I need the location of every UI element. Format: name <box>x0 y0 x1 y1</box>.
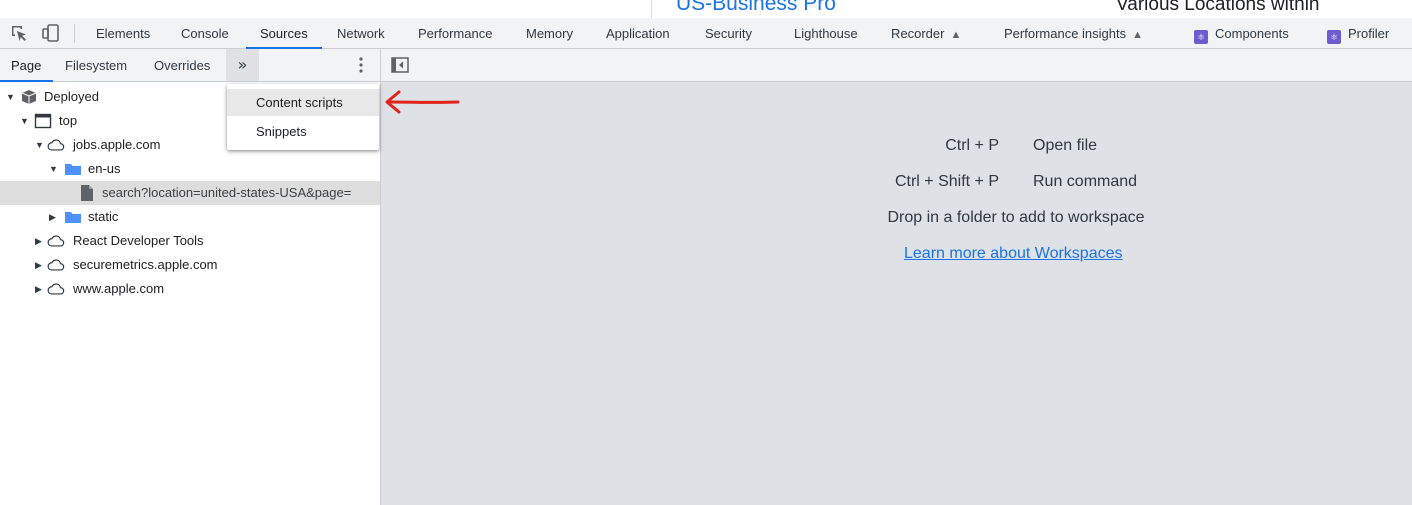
react-logo-icon: ⚛ <box>1327 30 1341 44</box>
tab-recorder[interactable]: Recorder ▲ <box>891 18 961 48</box>
menu-item-content-scripts[interactable]: Content scripts <box>227 89 379 116</box>
inspect-element-icon[interactable] <box>10 24 28 42</box>
tab-recorder-label: Recorder <box>891 26 945 41</box>
shortcut-open-file-desc: Open file <box>1033 137 1098 154</box>
cloud-icon <box>47 139 65 151</box>
more-options-icon[interactable] <box>352 55 370 75</box>
tab-security[interactable]: Security <box>705 18 752 48</box>
collapse-triangle-icon[interactable]: ▶ <box>49 205 59 229</box>
react-logo-icon: ⚛ <box>1194 30 1208 44</box>
page-divider <box>651 0 652 18</box>
file-icon <box>81 185 93 201</box>
tab-components-label: Components <box>1215 26 1289 41</box>
tree-item-securemetrics[interactable]: ▶ securemetrics.apple.com <box>0 253 380 277</box>
tree-item-static[interactable]: ▶ static <box>0 205 380 229</box>
toolbar-separator <box>74 24 75 43</box>
job-title[interactable]: US-Business Pro <box>676 0 836 16</box>
inspected-page-strip: US-Business Pro Various Locations within <box>0 0 1412 18</box>
cloud-icon <box>47 259 65 271</box>
experiment-flask-icon: ▲ <box>950 29 962 41</box>
collapse-triangle-icon[interactable]: ▶ <box>35 277 45 301</box>
shortcut-run-command-desc: Run command <box>1033 173 1138 190</box>
tree-item-label: securemetrics.apple.com <box>73 257 218 272</box>
frame-icon <box>34 113 52 129</box>
tree-item-label: search?location=united-states-USA&page= <box>102 185 352 200</box>
tree-item-label: React Developer Tools <box>73 233 204 248</box>
nav-tab-filesystem[interactable]: Filesystem <box>65 49 127 81</box>
tree-item-en-us[interactable]: ▼ en-us <box>0 157 380 181</box>
tab-performance[interactable]: Performance <box>418 18 492 48</box>
more-tabs-menu: Content scripts Snippets <box>227 84 379 150</box>
navigator-tabbar: Page Filesystem Overrides » <box>0 49 380 82</box>
tab-components[interactable]: ⚛ Components <box>1194 18 1289 48</box>
tab-lighthouse[interactable]: Lighthouse <box>794 18 858 48</box>
job-location: Various Locations within <box>1116 0 1320 15</box>
folder-icon <box>65 212 81 223</box>
shortcut-open-file-keys: Ctrl + P <box>945 137 999 154</box>
tab-profiler[interactable]: ⚛ Profiler <box>1327 18 1389 48</box>
package-icon <box>21 90 37 104</box>
tab-memory[interactable]: Memory <box>526 18 573 48</box>
expand-triangle-icon[interactable]: ▼ <box>6 85 16 109</box>
more-tabs-button[interactable]: » <box>226 49 259 81</box>
learn-more-workspaces-link[interactable]: Learn more about Workspaces <box>904 245 1122 263</box>
cloud-icon <box>47 283 65 295</box>
tree-item-label: Deployed <box>44 89 99 104</box>
tab-performance-insights[interactable]: Performance insights ▲ <box>1004 18 1143 48</box>
nav-tab-page[interactable]: Page <box>0 49 54 82</box>
tree-item-label: static <box>88 209 119 224</box>
collapse-triangle-icon[interactable]: ▶ <box>35 229 45 253</box>
annotation-arrow-icon <box>385 90 460 114</box>
experiment-flask-icon: ▲ <box>1132 29 1144 41</box>
tree-item-label: en-us <box>88 161 121 176</box>
toggle-navigator-icon[interactable] <box>391 57 409 73</box>
tree-item-react-devtools[interactable]: ▶ React Developer Tools <box>0 229 380 253</box>
tab-sources[interactable]: Sources <box>246 18 322 49</box>
tree-item-search-file[interactable]: search?location=united-states-USA&page= <box>0 181 380 205</box>
tab-application[interactable]: Application <box>606 18 670 48</box>
tree-item-www-apple[interactable]: ▶ www.apple.com <box>0 277 380 301</box>
shortcut-run-command-keys: Ctrl + Shift + P <box>894 173 999 190</box>
device-toolbar-icon[interactable] <box>42 24 60 42</box>
tab-console[interactable]: Console <box>181 18 229 48</box>
expand-triangle-icon[interactable]: ▼ <box>49 157 59 181</box>
cloud-icon <box>47 235 65 247</box>
tab-profiler-label: Profiler <box>1348 26 1390 41</box>
tree-item-label: top <box>59 113 78 128</box>
collapse-triangle-icon[interactable]: ▶ <box>35 253 45 277</box>
tab-network[interactable]: Network <box>337 18 385 48</box>
menu-item-snippets[interactable]: Snippets <box>227 118 379 145</box>
editor-area: Ctrl + P Open file Ctrl + Shift + P Run … <box>381 49 1412 505</box>
nav-tab-overrides[interactable]: Overrides <box>154 49 210 81</box>
tree-item-label: jobs.apple.com <box>73 137 161 152</box>
tab-performance-insights-label: Performance insights <box>1004 26 1127 41</box>
tree-item-label: www.apple.com <box>73 281 165 296</box>
editor-toolbar <box>381 49 1412 82</box>
tab-elements[interactable]: Elements <box>96 18 150 48</box>
expand-triangle-icon[interactable]: ▼ <box>35 133 45 157</box>
expand-triangle-icon[interactable]: ▼ <box>20 109 30 133</box>
drop-folder-hint: Drop in a folder to add to workspace <box>887 209 1145 226</box>
folder-icon <box>65 164 81 175</box>
devtools-main-toolbar: Elements Console Sources Network Perform… <box>0 18 1412 49</box>
